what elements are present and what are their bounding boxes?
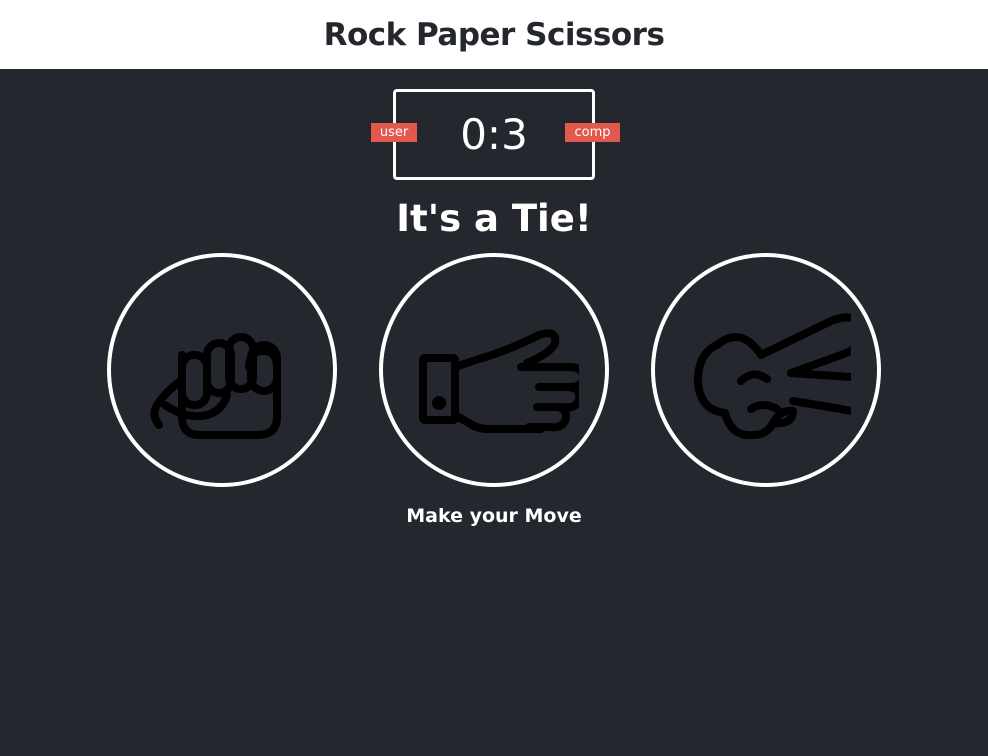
result-message: It's a Tie!	[396, 197, 592, 240]
action-message: Make your Move	[406, 505, 582, 527]
fist-icon	[150, 333, 281, 439]
app-header: Rock Paper Scissors	[0, 0, 988, 69]
app-title: Rock Paper Scissors	[323, 16, 665, 53]
comp-score-label: comp	[565, 123, 620, 142]
peace-sign-hand-icon	[693, 313, 851, 440]
score-display: 0:3	[460, 110, 528, 159]
user-score-label: user	[371, 123, 417, 142]
open-hand-icon	[419, 329, 579, 433]
rock-choice-button[interactable]	[107, 253, 337, 487]
scissors-choice-button[interactable]	[651, 253, 881, 487]
paper-choice-button[interactable]	[379, 253, 609, 487]
